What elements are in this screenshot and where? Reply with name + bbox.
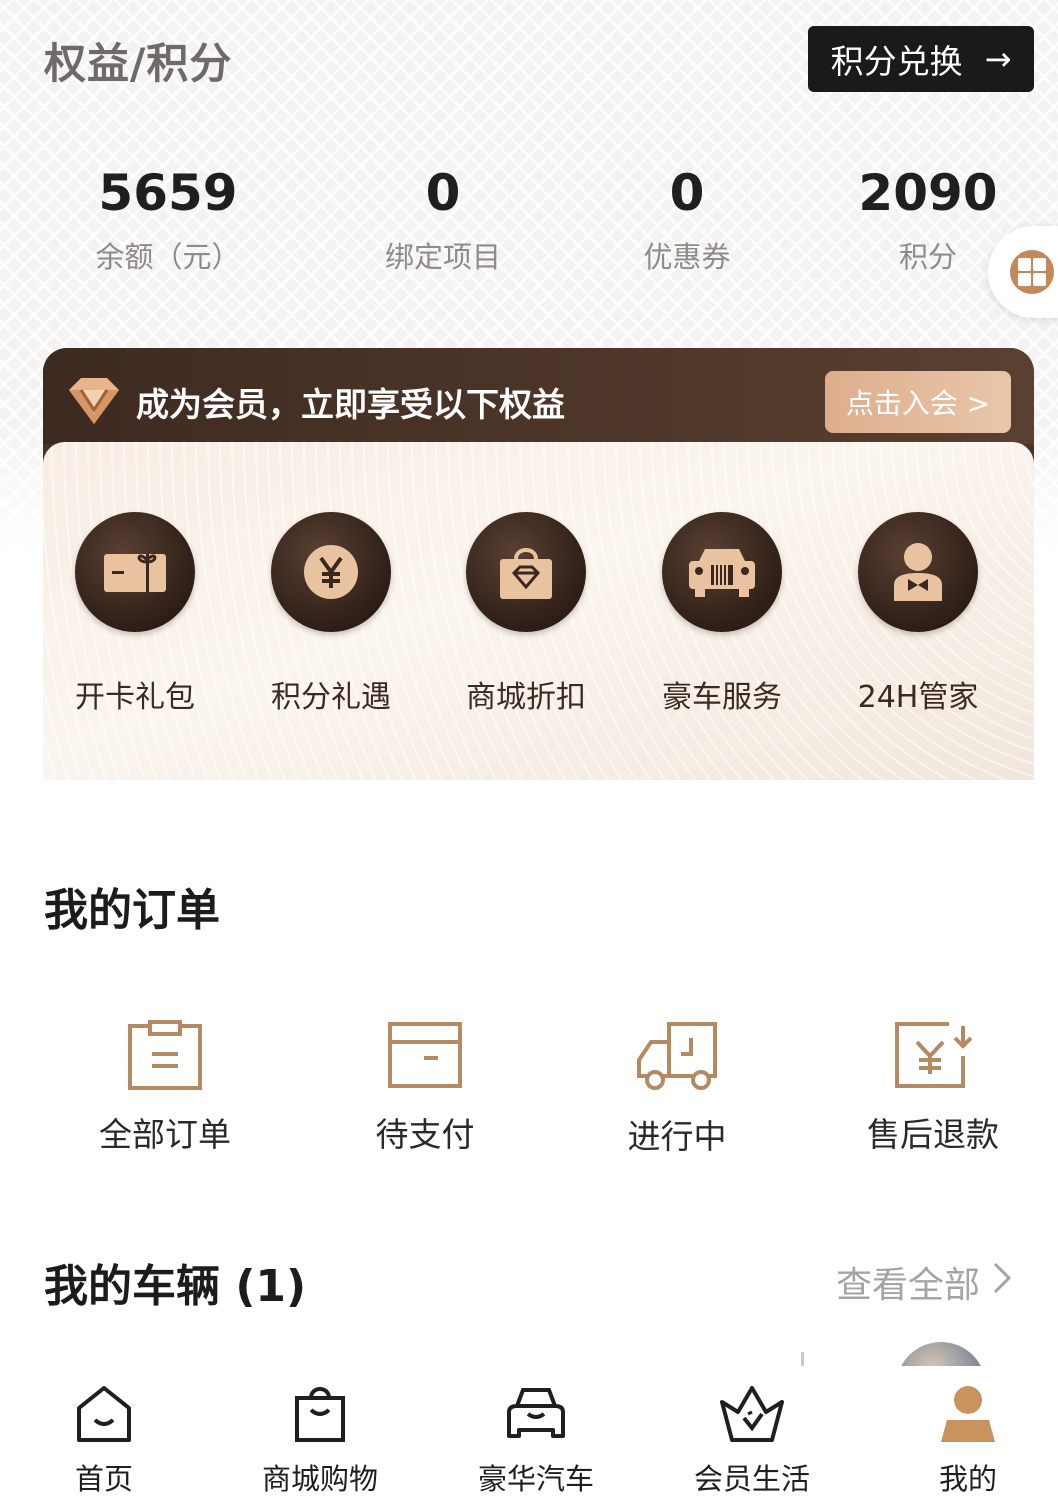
nav-home[interactable]: 首页 [4,1384,204,1498]
membership-perks: 开卡礼包 积分礼遇 商城折扣 豪车服务 24H管家 [43,442,1034,780]
points-exchange-label: 积分兑换 [830,42,963,81]
page-title: 权益/积分 [44,39,233,88]
crown-icon [720,1386,784,1442]
order-in-progress[interactable]: 进行中 [562,1020,792,1158]
stat-value: 2090 [858,164,998,222]
stat-value: 0 [425,164,461,222]
nav-label: 首页 [74,1462,133,1496]
gift-card-icon [75,512,195,632]
bottom-navigation: 首页 商城购物 豪华汽车 会员生活 我的 [0,1366,1058,1504]
nav-label: 我的 [938,1462,997,1496]
membership-title: 成为会员，立即享受以下权益 [136,385,565,424]
membership-card: 成为会员，立即享受以下权益 点击入会 > 开卡礼包 积分礼遇 商城折扣 豪车服务… [43,348,1034,780]
delivery-truck-icon [637,1022,717,1090]
chevron-right-icon [992,1261,1012,1304]
yen-coin-icon [271,512,391,632]
perk-label: 积分礼遇 [271,680,391,715]
order-pending-payment[interactable]: 待支付 [310,1020,540,1156]
nav-label: 豪华汽车 [477,1462,594,1496]
stat-label: 余额（元） [95,240,241,274]
order-after-sales-refund[interactable]: 售后退款 [818,1020,1048,1156]
order-label: 进行中 [627,1117,727,1156]
nav-label: 商城购物 [261,1462,378,1496]
view-all-vehicles-link[interactable]: 查看全部 [836,1256,1012,1308]
stat-coupons[interactable]: 0 优惠券 [567,162,807,276]
luxury-car-icon [662,512,782,632]
diamond-bag-icon [466,512,586,632]
stat-value: 5659 [98,164,238,222]
vehicles-section-title: 我的车辆 (1) [44,1261,307,1312]
perk-item[interactable]: 商城折扣 [431,512,621,716]
grid-menu-icon [1010,250,1054,294]
arrow-right-icon: → [984,40,1012,78]
refund-icon [895,1022,973,1088]
perk-item[interactable]: 开卡礼包 [43,512,230,716]
stat-label: 优惠券 [643,240,731,274]
shopping-bag-icon [295,1387,345,1442]
nav-label: 会员生活 [693,1462,810,1496]
butler-icon [858,512,978,632]
view-all-label: 查看全部 [836,1265,981,1306]
membership-header: 成为会员，立即享受以下权益 点击入会 > [43,348,1034,444]
stat-bound-items[interactable]: 0 绑定项目 [323,162,563,276]
nav-shop[interactable]: 商城购物 [220,1384,420,1498]
orders-section-title: 我的订单 [44,885,220,936]
perk-label: 商城折扣 [466,680,586,715]
car-icon [507,1388,565,1438]
diamond-icon [69,378,119,424]
nav-luxury-cars[interactable]: 豪华汽车 [436,1384,636,1498]
order-label: 全部订单 [99,1115,231,1154]
nav-member-life[interactable]: 会员生活 [652,1384,852,1498]
perk-label: 开卡礼包 [75,680,195,715]
points-exchange-button[interactable]: 积分兑换 → [808,26,1034,92]
perk-item[interactable]: 24H管家 [823,512,1013,716]
perk-label: 24H管家 [857,680,979,715]
scroll-indicator [801,1352,804,1366]
order-all[interactable]: 全部订单 [50,1020,280,1156]
stat-value: 0 [669,164,705,222]
home-icon [77,1386,131,1442]
order-label: 待支付 [375,1115,475,1154]
perk-item[interactable]: 积分礼遇 [236,512,426,716]
join-membership-button[interactable]: 点击入会 > [825,371,1011,433]
nav-mine[interactable]: 我的 [868,1384,1058,1498]
stat-balance[interactable]: 5659 余额（元） [48,162,288,276]
order-label: 售后退款 [867,1115,999,1154]
perk-item[interactable]: 豪车服务 [627,512,817,716]
perk-label: 豪车服务 [662,680,782,715]
wallet-icon [388,1022,462,1088]
clipboard-icon [128,1020,202,1090]
stat-label: 绑定项目 [384,240,501,274]
profile-icon [941,1386,995,1442]
